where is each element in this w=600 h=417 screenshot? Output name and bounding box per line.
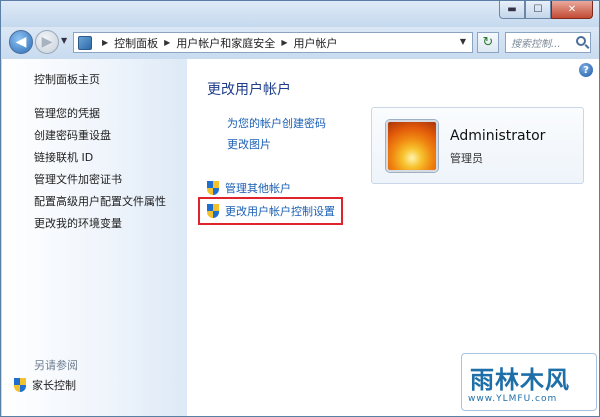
- search-icon[interactable]: [576, 36, 586, 46]
- see-also-heading: 另请参阅: [34, 359, 78, 372]
- address-bar[interactable]: ▶ 控制面板 ▶ 用户帐户和家庭安全 ▶ 用户帐户 ▼: [73, 32, 473, 53]
- manage-other-accounts-link[interactable]: 管理其他帐户: [207, 180, 291, 196]
- help-icon[interactable]: ?: [579, 63, 593, 77]
- sidebar-link-file-encryption-certs[interactable]: 管理文件加密证书: [34, 171, 122, 187]
- sidebar-link-control-panel-home[interactable]: 控制面板主页: [34, 71, 100, 87]
- window-controls: ▬ ☐ ✕: [499, 1, 593, 19]
- chevron-right-icon[interactable]: ▶: [102, 38, 108, 47]
- watermark-title: 雨林木风: [470, 366, 570, 394]
- forward-button[interactable]: ▶: [35, 30, 59, 54]
- minimize-button[interactable]: ▬: [499, 1, 525, 19]
- control-panel-icon: [78, 35, 92, 50]
- title-bar: ▬ ☐ ✕: [1, 1, 599, 27]
- uac-shield-icon: [14, 378, 26, 392]
- uac-shield-icon: [207, 204, 219, 218]
- uac-shield-icon: [207, 181, 219, 195]
- change-picture-link[interactable]: 更改图片: [227, 136, 271, 152]
- search-placeholder: 搜索控制...: [511, 39, 561, 50]
- navigation-bar: ◀ ▶ ▼ ▶ 控制面板 ▶ 用户帐户和家庭安全 ▶ 用户帐户 ▼ ↻ 搜索控制…: [1, 27, 599, 59]
- task-sidebar: 控制面板主页 管理您的凭据 创建密码重设盘 链接联机 ID 管理文件加密证书 配…: [2, 59, 187, 416]
- search-input[interactable]: 搜索控制...: [505, 32, 591, 53]
- sidebar-link-advanced-profile-properties[interactable]: 配置高级用户配置文件属性: [34, 193, 166, 209]
- page-title: 更改用户帐户: [207, 82, 291, 98]
- sidebar-link-password-reset-disk[interactable]: 创建密码重设盘: [34, 127, 111, 143]
- recent-pages-chevron-down-icon[interactable]: ▼: [61, 36, 67, 45]
- breadcrumb-user-accounts-family-safety[interactable]: 用户帐户和家庭安全: [176, 35, 275, 51]
- user-role: 管理员: [450, 152, 483, 165]
- watermark-url: www.YLMFU.com: [468, 394, 558, 404]
- maximize-button[interactable]: ☐: [525, 1, 551, 19]
- chevron-right-icon[interactable]: ▶: [281, 38, 287, 47]
- chevron-right-icon[interactable]: ▶: [164, 38, 170, 47]
- breadcrumb-user-accounts[interactable]: 用户帐户: [293, 35, 337, 51]
- sidebar-link-environment-variables[interactable]: 更改我的环境变量: [34, 215, 122, 231]
- user-account-card: Administrator 管理员: [371, 107, 584, 184]
- address-dropdown-chevron-down-icon[interactable]: ▼: [460, 37, 466, 46]
- control-panel-window: ▬ ☐ ✕ ◀ ▶ ▼ ▶ 控制面板 ▶ 用户帐户和家庭安全 ▶ 用户帐户 ▼ …: [0, 0, 600, 417]
- site-watermark-logo: 雨林木风 www.YLMFU.com: [461, 353, 597, 411]
- change-uac-settings-label: 更改用户帐户控制设置: [225, 205, 335, 218]
- parental-controls-label: 家长控制: [32, 379, 76, 392]
- breadcrumb-control-panel[interactable]: 控制面板: [114, 35, 158, 51]
- user-avatar-flower-picture[interactable]: [386, 120, 438, 172]
- refresh-button[interactable]: ↻: [477, 32, 499, 53]
- change-uac-settings-link[interactable]: 更改用户帐户控制设置: [207, 203, 335, 219]
- sidebar-link-manage-credentials[interactable]: 管理您的凭据: [34, 105, 100, 121]
- manage-other-accounts-label: 管理其他帐户: [225, 182, 291, 195]
- sidebar-link-parental-controls[interactable]: 家长控制: [14, 377, 76, 393]
- sidebar-link-online-id[interactable]: 链接联机 ID: [34, 149, 93, 165]
- back-button[interactable]: ◀: [9, 30, 33, 54]
- create-password-link[interactable]: 为您的帐户创建密码: [227, 115, 326, 131]
- close-button[interactable]: ✕: [551, 1, 593, 19]
- user-name: Administrator: [450, 128, 546, 144]
